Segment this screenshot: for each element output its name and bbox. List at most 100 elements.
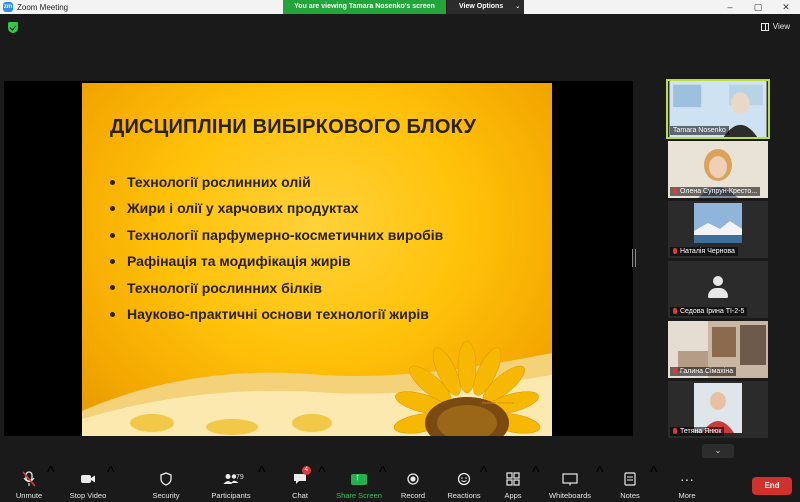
whiteboards-button[interactable]: Whiteboards [546,464,594,502]
sunflower-decoration-icon [82,340,552,436]
muted-mic-icon [673,428,677,435]
smiley-plus-icon [452,469,476,489]
resize-handle[interactable] [632,249,636,267]
unmute-label: Unmute [15,491,43,500]
notes-button[interactable]: Notes [618,464,642,502]
muted-mic-icon [673,248,677,255]
bullet-icon [110,311,115,317]
apps-icon [501,469,525,489]
participant-name: Тетяна Янюк [670,427,725,436]
participant-name: Олена Супрун-Кресто... [670,187,761,196]
view-options-button[interactable]: View Options ⌄ [446,0,524,14]
reactions-options-chevron-icon[interactable]: ^ [480,464,488,482]
apps-button[interactable]: Apps [502,464,524,502]
muted-microphone-icon [17,469,41,489]
minimize-button[interactable]: – [716,0,744,14]
stop-video-label: Stop Video [69,491,107,500]
security-label: Security [152,491,180,500]
record-button[interactable]: Record [400,464,426,502]
notes-options-chevron-icon[interactable]: ^ [650,464,658,482]
chat-unread-badge: 4 [301,466,311,475]
apps-label: Apps [504,491,522,500]
participant-tile[interactable]: Галина Сімахіна [668,321,768,378]
view-button[interactable]: View [760,22,790,31]
stop-video-button[interactable]: Stop Video [66,464,110,502]
bullet-icon [110,206,115,212]
notes-label: Notes [620,491,640,500]
meeting-topbar: View [0,14,800,42]
whiteboard-icon [558,469,582,489]
security-shield-icon [154,469,178,489]
share-options-chevron-icon[interactable]: ^ [379,464,387,482]
default-avatar-icon [704,275,732,303]
participants-options-chevron-icon[interactable]: ^ [258,464,266,482]
share-screen-icon [347,469,371,489]
activation-watermark: Activate Windows [482,400,514,405]
slide-bullet: Технології парфумерно-косметичних виробі… [110,222,443,248]
chevron-down-icon: ⌄ [714,446,722,455]
participant-name: Tamara Nosenko [670,126,729,135]
participant-tile[interactable]: Седова Ірина ТІ-2-5 [668,261,768,318]
more-button[interactable]: ··· More [676,464,698,502]
chevron-down-icon: ⌄ [515,4,521,10]
unmute-button[interactable]: Unmute [10,464,48,502]
window-title: Zoom Meeting [17,2,69,12]
muted-mic-icon [673,188,677,195]
bullet-icon [110,258,115,264]
zoom-app-icon: zm [3,2,13,12]
maximize-button[interactable]: ▢ [744,0,772,14]
reactions-label: Reactions [447,491,481,500]
grid-view-icon [760,22,769,31]
participant-name: Галина Сімахіна [670,367,737,376]
bullet-icon [110,179,115,185]
slide-bullet: Жири і олії у харчових продуктах [110,195,443,221]
viewing-screen-message: You are viewing Tamara Nosenko's screen [283,0,446,14]
reactions-button[interactable]: Reactions [446,464,482,502]
video-camera-icon [76,469,100,489]
share-screen-label: Share Screen [336,491,382,500]
participant-name: Седова Ірина ТІ-2-5 [670,307,748,316]
chat-options-chevron-icon[interactable]: ^ [318,464,326,482]
participants-count: 79 [236,474,244,481]
scroll-down-button[interactable]: ⌄ [702,444,734,458]
security-button[interactable]: Security [148,464,184,502]
end-meeting-button[interactable]: End [752,477,792,495]
slide-title: ДИСЦИПЛІНИ ВИБІРКОВОГО БЛОКУ [110,116,477,138]
slide-bullet: Технології рослинних олій [110,169,443,195]
video-options-chevron-icon[interactable]: ^ [107,464,115,482]
notes-icon [618,469,642,489]
slide-bullet: Технології рослинних білків [110,275,443,301]
slide-bullet-list: Технології рослинних олій Жири і олії у … [110,169,443,327]
participants-icon: 79 [219,469,244,489]
record-icon [401,469,425,489]
chat-label: Chat [292,491,308,500]
slide-bullet: Рафінація та модифікація жирів [110,248,443,274]
participant-tile[interactable]: Олена Супрун-Кресто... [668,141,768,198]
muted-mic-icon [673,368,677,375]
more-dots-icon: ··· [680,471,694,487]
view-options-label: View Options [459,3,504,10]
presentation-slide: ДИСЦИПЛІНИ ВИБІРКОВОГО БЛОКУ Технології … [82,83,552,436]
window-controls: – ▢ ✕ [716,0,800,14]
participants-button[interactable]: 79 Participants [208,464,254,502]
encryption-shield-icon[interactable] [8,22,18,33]
apps-options-chevron-icon[interactable]: ^ [532,464,540,482]
close-button[interactable]: ✕ [772,0,800,14]
audio-options-chevron-icon[interactable]: ^ [47,464,55,482]
participants-label: Participants [211,491,251,500]
whiteboards-label: Whiteboards [548,491,592,500]
view-label: View [772,22,790,31]
bullet-icon [110,285,115,291]
record-label: Record [400,491,426,500]
share-banner: You are viewing Tamara Nosenko's screen … [283,0,524,14]
participant-tile[interactable]: Тетяна Янюк [668,381,768,438]
participant-tile[interactable]: Наталія Чернова [668,201,768,258]
muted-mic-icon [673,308,677,315]
share-screen-button[interactable]: Share Screen [336,464,382,502]
meeting-toolbar: Unmute ^ Stop Video ^ Security 79 Partic… [0,464,800,502]
chat-button[interactable]: 4 Chat [288,464,312,502]
more-label: More [678,491,696,500]
whiteboards-options-chevron-icon[interactable]: ^ [596,464,604,482]
participant-tile[interactable]: Tamara Nosenko [666,79,770,139]
participant-name: Наталія Чернова [670,247,738,256]
